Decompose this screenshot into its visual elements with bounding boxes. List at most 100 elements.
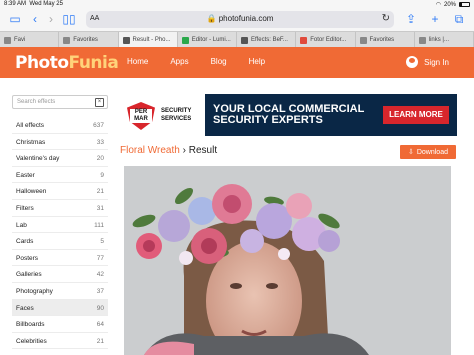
nav-home[interactable]: Home [127, 57, 148, 66]
tab-label: Favi [14, 37, 26, 43]
category-name: Cards [16, 238, 34, 246]
category-name: Galleries [16, 271, 42, 279]
category-name: All effects [16, 122, 45, 129]
tab-favicon-icon [122, 36, 130, 44]
category-count: 90 [96, 304, 104, 312]
category-name: Halloween [16, 188, 47, 196]
category-item[interactable]: Photography 37 [12, 283, 108, 300]
tab-overview-icon[interactable]: ⧉ [452, 12, 466, 26]
category-item[interactable]: Billboards 64 [12, 316, 108, 333]
browser-toolbar: ▭ ‹ › ▯▯ AA 🔒 photofunia.com ↻ ⇪ + ⧉ [0, 8, 474, 31]
forward-icon[interactable]: › [44, 12, 58, 26]
tab-label: Effects: BeF... [251, 37, 288, 43]
breadcrumb-effect-link[interactable]: Floral Wreath [120, 145, 180, 156]
category-name: Filters [16, 204, 34, 212]
category-name: Lab [16, 221, 27, 229]
breadcrumb: Floral Wreath › Result [120, 145, 218, 156]
browser-tab[interactable]: Effects: BeF... [237, 32, 297, 48]
category-item[interactable]: All effects 637 [12, 117, 108, 134]
download-button[interactable]: ⇩ Download [400, 145, 456, 159]
category-count: 21 [96, 337, 104, 345]
share-icon[interactable]: ⇪ [404, 12, 418, 26]
tab-bar: Favi Favorites Result - Pho... Editor - Lum… [0, 31, 474, 48]
site-header: PhotoFunia Home Apps Blog Help Sign In [0, 47, 474, 78]
category-count: 20 [96, 155, 104, 163]
category-count: 9 [100, 171, 104, 179]
sidebar-toggle-icon[interactable]: ▭ [8, 12, 22, 26]
category-name: Valentine's day [16, 155, 60, 163]
back-icon[interactable]: ‹ [28, 12, 42, 26]
category-count: 21 [96, 188, 104, 196]
address-bar[interactable]: AA 🔒 photofunia.com ↻ [86, 11, 394, 28]
tab-label: Editor - Lumi... [191, 37, 231, 43]
category-item[interactable]: Posters 77 [12, 250, 108, 267]
ad-banner[interactable]: PER MAR SECURITY SERVICES YOUR LOCAL COMME… [121, 94, 457, 136]
browser-tab[interactable]: Editor - Lumi... [178, 32, 237, 48]
nav-help[interactable]: Help [249, 57, 265, 66]
search-input[interactable]: Search effects × [12, 95, 108, 109]
browser-tab[interactable]: Fotor Editor... [296, 32, 356, 48]
status-time: 8:39 AM Wed May 25 [4, 1, 63, 7]
category-item[interactable]: Lab 111 [12, 217, 108, 234]
tab-favicon-icon [181, 36, 189, 44]
category-count: 31 [96, 204, 104, 212]
category-name: Photography [16, 287, 53, 295]
category-count: 77 [96, 254, 104, 262]
category-item[interactable]: Valentine's day 20 [12, 150, 108, 167]
category-item[interactable]: Christmas 33 [12, 134, 108, 151]
browser-tab[interactable]: Favi [0, 32, 60, 48]
category-name: Posters [16, 254, 39, 262]
floral-wreath-photo [124, 166, 451, 355]
result-image [124, 166, 451, 355]
category-item[interactable]: Easter 9 [12, 167, 108, 184]
tab-label: Favorites [369, 37, 395, 43]
nav-blog[interactable]: Blog [211, 57, 227, 66]
user-icon [406, 56, 419, 68]
ad-headline: YOUR LOCAL COMMERCIAL SECURITY EXPERTS [213, 103, 365, 126]
category-name: Billboards [16, 321, 45, 329]
status-bar: 8:39 AM Wed May 25 ◠ 20% [0, 0, 474, 8]
download-icon: ⇩ [407, 149, 414, 156]
tab-label: Fotor Editor... [310, 37, 347, 43]
clear-icon[interactable]: × [95, 98, 104, 107]
category-count: 33 [96, 138, 104, 146]
photofunia-logo[interactable]: PhotoFunia [15, 53, 119, 73]
wifi-icon: ◠ [435, 2, 441, 8]
category-name: Easter [16, 171, 35, 179]
nav-apps[interactable]: Apps [170, 57, 188, 66]
category-item[interactable]: Filters 31 [12, 200, 108, 217]
tab-favicon-icon [241, 36, 248, 44]
category-count: 637 [93, 122, 104, 129]
battery-icon [459, 2, 470, 7]
category-list: All effects 637 Christmas 33 Valentine's day… [12, 117, 108, 350]
sign-in-link[interactable]: Sign In [406, 56, 449, 68]
category-item[interactable]: Cards 5 [12, 233, 108, 250]
category-item[interactable]: Halloween 21 [12, 183, 108, 200]
battery-percent: 20% [443, 1, 456, 8]
main-nav: Home Apps Blog Help [127, 57, 265, 66]
category-item[interactable]: Faces 90 [12, 299, 108, 317]
category-count: 37 [96, 287, 104, 295]
learn-more-button[interactable]: LEARN MORE [383, 106, 449, 124]
browser-tab[interactable]: Favorites [356, 32, 415, 48]
new-tab-icon[interactable]: + [428, 12, 442, 26]
category-name: Faces [16, 304, 34, 312]
tab-favicon-icon [418, 36, 426, 44]
reader-icon[interactable]: ▯▯ [62, 12, 76, 26]
ad-logo-text: PER MAR [130, 109, 152, 123]
ad-brand: SECURITY SERVICES [161, 108, 192, 122]
breadcrumb-current: Result [188, 145, 218, 156]
category-count: 5 [100, 238, 104, 246]
category-name: Christmas [16, 138, 46, 146]
browser-tab[interactable]: links |... [415, 32, 474, 48]
category-count: 64 [96, 321, 104, 329]
tab-favicon-icon [300, 36, 308, 44]
category-count: 111 [94, 221, 104, 229]
reload-icon[interactable]: ↻ [382, 13, 390, 24]
category-count: 42 [96, 271, 104, 279]
browser-tab[interactable]: Result - Pho... [118, 32, 178, 48]
browser-tab[interactable]: Favorites [59, 32, 119, 48]
category-item[interactable]: Celebrities 21 [12, 333, 108, 350]
tab-favicon-icon [63, 36, 71, 44]
category-item[interactable]: Galleries 42 [12, 266, 108, 283]
